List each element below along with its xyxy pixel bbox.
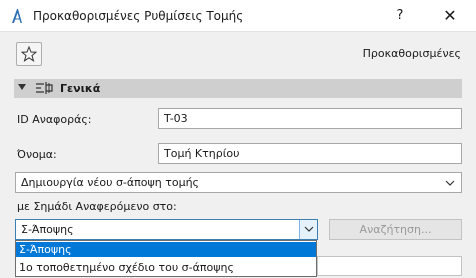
marker-ref-dropdown-list: Σ-Άποψης 1ο τοποθετημένο σχέδιο του σ-άπ… — [15, 240, 317, 277]
window-title: Προκαθορισμένες Ρυθμίσεις Τομής — [33, 9, 244, 23]
name-label: Όνομα: — [17, 148, 57, 161]
marker-ref-label: με Σημάδι Αναφερόμενο στο: — [17, 200, 177, 213]
creation-mode-select[interactable]: Δημιουργία νέου σ-άποψη τομής — [15, 172, 462, 193]
dropdown-option[interactable]: 1ο τοποθετημένο σχέδιο του σ-άποψης — [16, 260, 316, 275]
favorites-button[interactable] — [16, 42, 42, 66]
creation-mode-value: Δημιουργία νέου σ-άποψη τομής — [21, 176, 200, 189]
chevron-down-icon — [304, 226, 314, 232]
title-bar: Προκαθορισμένες Ρυθμίσεις Τομής ? ✕ — [0, 0, 476, 32]
chevron-down-icon — [445, 180, 455, 186]
preset-label: Προκαθορισμένες — [362, 47, 461, 60]
name-input[interactable]: Τομή Κτηρίου — [158, 143, 462, 164]
marker-ref-dropdown-button[interactable] — [299, 220, 317, 239]
marker-ref-value: Σ-Άποψης — [21, 223, 74, 236]
hidden-field — [317, 256, 462, 276]
help-button[interactable]: ? — [388, 6, 412, 26]
collapse-arrow-icon[interactable] — [18, 84, 26, 90]
marker-ref-select[interactable]: Σ-Άποψης — [15, 219, 318, 240]
archicad-app-icon — [12, 9, 22, 23]
section-settings-icon — [36, 82, 53, 94]
dropdown-option[interactable]: Σ-Άποψης — [16, 242, 316, 257]
ref-id-label: ID Αναφοράς: — [17, 113, 92, 126]
search-button[interactable]: Αναζήτηση... — [329, 219, 462, 240]
section-title: Γενικά — [60, 82, 101, 95]
ref-id-input[interactable]: T-03 — [158, 108, 462, 129]
section-general-header[interactable]: Γενικά — [14, 79, 462, 98]
close-button[interactable]: ✕ — [438, 6, 462, 26]
star-icon — [21, 46, 37, 62]
